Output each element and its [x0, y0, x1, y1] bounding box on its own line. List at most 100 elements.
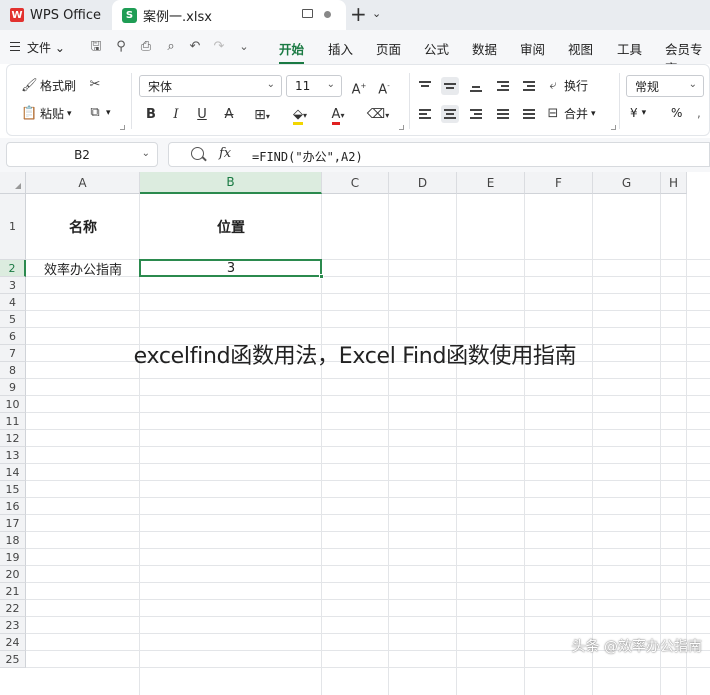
- row-header-5[interactable]: 5: [0, 311, 26, 328]
- insert-function-fx-icon[interactable]: fx: [219, 146, 231, 161]
- column-header-b[interactable]: B: [140, 172, 322, 194]
- print-preview-icon[interactable]: ⌕: [163, 39, 179, 55]
- strikethrough-icon[interactable]: A: [219, 105, 239, 125]
- formula-input[interactable]: fx =FIND("办公",A2): [168, 142, 710, 167]
- row-header-4[interactable]: 4: [0, 294, 26, 311]
- row-header-25[interactable]: 25: [0, 651, 26, 668]
- row-header-24[interactable]: 24: [0, 634, 26, 651]
- tab-page[interactable]: 页面: [376, 39, 401, 58]
- tab-formula[interactable]: 公式: [424, 39, 449, 58]
- row-header-16[interactable]: 16: [0, 498, 26, 515]
- tab-data[interactable]: 数据: [472, 39, 497, 58]
- fill-color-icon[interactable]: ⬙▾: [285, 105, 315, 125]
- align-right-icon[interactable]: [467, 105, 485, 123]
- clipboard-launcher-icon[interactable]: [120, 125, 125, 130]
- align-top-icon[interactable]: [416, 77, 434, 95]
- file-menu-button[interactable]: 文件 ⌄: [27, 39, 65, 56]
- row-header-22[interactable]: 22: [0, 600, 26, 617]
- row-header-1[interactable]: 1: [0, 194, 26, 260]
- align-left-icon[interactable]: [416, 105, 434, 123]
- formula-text[interactable]: =FIND("办公",A2): [252, 148, 363, 165]
- print-icon[interactable]: ⎙: [138, 39, 154, 55]
- paste-button[interactable]: 📋 粘贴 ▾: [21, 105, 72, 122]
- unsaved-dot-icon[interactable]: [324, 11, 331, 18]
- spreadsheet-grid[interactable]: A B C D E F G H 1 2 3 4 5 6 7 8 9 10 11 12 13 14 15 16 17 18 19 20 2…: [0, 172, 710, 695]
- share-icon[interactable]: ⚲: [113, 39, 129, 55]
- row-header-2[interactable]: 2: [0, 260, 26, 277]
- bold-icon[interactable]: B: [141, 105, 161, 125]
- font-color-icon[interactable]: A▾: [323, 105, 353, 125]
- italic-icon[interactable]: I: [166, 105, 186, 125]
- percent-button[interactable]: %: [671, 106, 682, 120]
- format-painter-button[interactable]: 🖌 格式刷: [21, 77, 76, 94]
- increase-font-icon[interactable]: A+: [349, 76, 369, 97]
- decrease-indent-icon[interactable]: [494, 77, 512, 95]
- decrease-font-icon[interactable]: A-: [374, 76, 394, 97]
- cell-a1[interactable]: 名称: [26, 194, 140, 260]
- select-all-corner[interactable]: [0, 172, 26, 194]
- tab-tools[interactable]: 工具: [617, 39, 642, 58]
- column-header-c[interactable]: C: [322, 172, 389, 194]
- row-header-17[interactable]: 17: [0, 515, 26, 532]
- tab-home[interactable]: 开始: [279, 39, 305, 64]
- monitor-icon[interactable]: [302, 9, 313, 18]
- justify-icon[interactable]: [494, 105, 512, 123]
- cut-button[interactable]: ✂: [87, 77, 106, 92]
- row-header-14[interactable]: 14: [0, 464, 26, 481]
- row-header-15[interactable]: 15: [0, 481, 26, 498]
- alignment-launcher-icon[interactable]: [611, 125, 616, 130]
- column-header-d[interactable]: D: [389, 172, 457, 194]
- tab-insert[interactable]: 插入: [328, 39, 353, 58]
- fill-handle[interactable]: [319, 274, 324, 279]
- column-header-f[interactable]: F: [525, 172, 593, 194]
- row-header-9[interactable]: 9: [0, 379, 26, 396]
- increase-indent-icon[interactable]: [520, 77, 538, 95]
- merge-button[interactable]: ⊟ 合并 ▾: [545, 105, 596, 122]
- file-tab[interactable]: S 案例一.xlsx: [112, 0, 346, 30]
- row-header-19[interactable]: 19: [0, 549, 26, 566]
- row-header-23[interactable]: 23: [0, 617, 26, 634]
- row-header-3[interactable]: 3: [0, 277, 26, 294]
- cell-b1[interactable]: 位置: [140, 194, 322, 260]
- undo-icon[interactable]: ↶: [187, 39, 203, 55]
- wps-home-tab[interactable]: W WPS Office: [0, 0, 110, 30]
- gridline: [26, 616, 710, 617]
- font-size-select[interactable]: 11 ⌄: [286, 75, 342, 97]
- tab-review[interactable]: 审阅: [520, 39, 545, 58]
- new-tab-plus-icon[interactable]: +: [350, 2, 367, 26]
- row-header-10[interactable]: 10: [0, 396, 26, 413]
- redo-icon[interactable]: ↷: [211, 39, 227, 55]
- row-header-20[interactable]: 20: [0, 566, 26, 583]
- tab-view[interactable]: 视图: [568, 39, 593, 58]
- save-icon[interactable]: 🖫: [88, 39, 104, 55]
- column-header-a[interactable]: A: [26, 172, 140, 194]
- wrap-text-button[interactable]: ⤶ 换行: [545, 77, 588, 94]
- row-header-12[interactable]: 12: [0, 430, 26, 447]
- name-box[interactable]: B2 ⌄: [6, 142, 158, 167]
- font-name-select[interactable]: 宋体 ⌄: [139, 75, 282, 97]
- thousands-separator-icon[interactable]: ,: [697, 106, 701, 120]
- row-header-11[interactable]: 11: [0, 413, 26, 430]
- hamburger-menu-icon[interactable]: [10, 42, 20, 51]
- cell-a2[interactable]: 效率办公指南: [26, 260, 140, 278]
- row-header-18[interactable]: 18: [0, 532, 26, 549]
- distributed-icon[interactable]: [520, 105, 538, 123]
- font-launcher-icon[interactable]: [399, 125, 404, 130]
- align-bottom-icon[interactable]: [467, 77, 485, 95]
- column-header-g[interactable]: G: [593, 172, 661, 194]
- quick-access-chevron-icon[interactable]: ⌄: [236, 39, 252, 55]
- zoom-icon[interactable]: [191, 147, 204, 160]
- align-middle-icon[interactable]: [441, 77, 459, 95]
- column-header-h[interactable]: H: [661, 172, 687, 194]
- underline-icon[interactable]: U: [192, 105, 212, 125]
- number-format-select[interactable]: 常规 ⌄: [626, 75, 704, 97]
- clear-format-icon[interactable]: ⌫▾: [361, 105, 395, 125]
- borders-icon[interactable]: ⊞▾: [247, 105, 277, 125]
- chevron-down-icon[interactable]: ⌄: [372, 7, 381, 20]
- align-center-icon[interactable]: [441, 105, 459, 123]
- row-header-13[interactable]: 13: [0, 447, 26, 464]
- copy-button[interactable]: ⧉ ▾: [87, 105, 110, 120]
- row-header-21[interactable]: 21: [0, 583, 26, 600]
- column-header-e[interactable]: E: [457, 172, 525, 194]
- currency-button[interactable]: ¥ ▾: [630, 106, 646, 120]
